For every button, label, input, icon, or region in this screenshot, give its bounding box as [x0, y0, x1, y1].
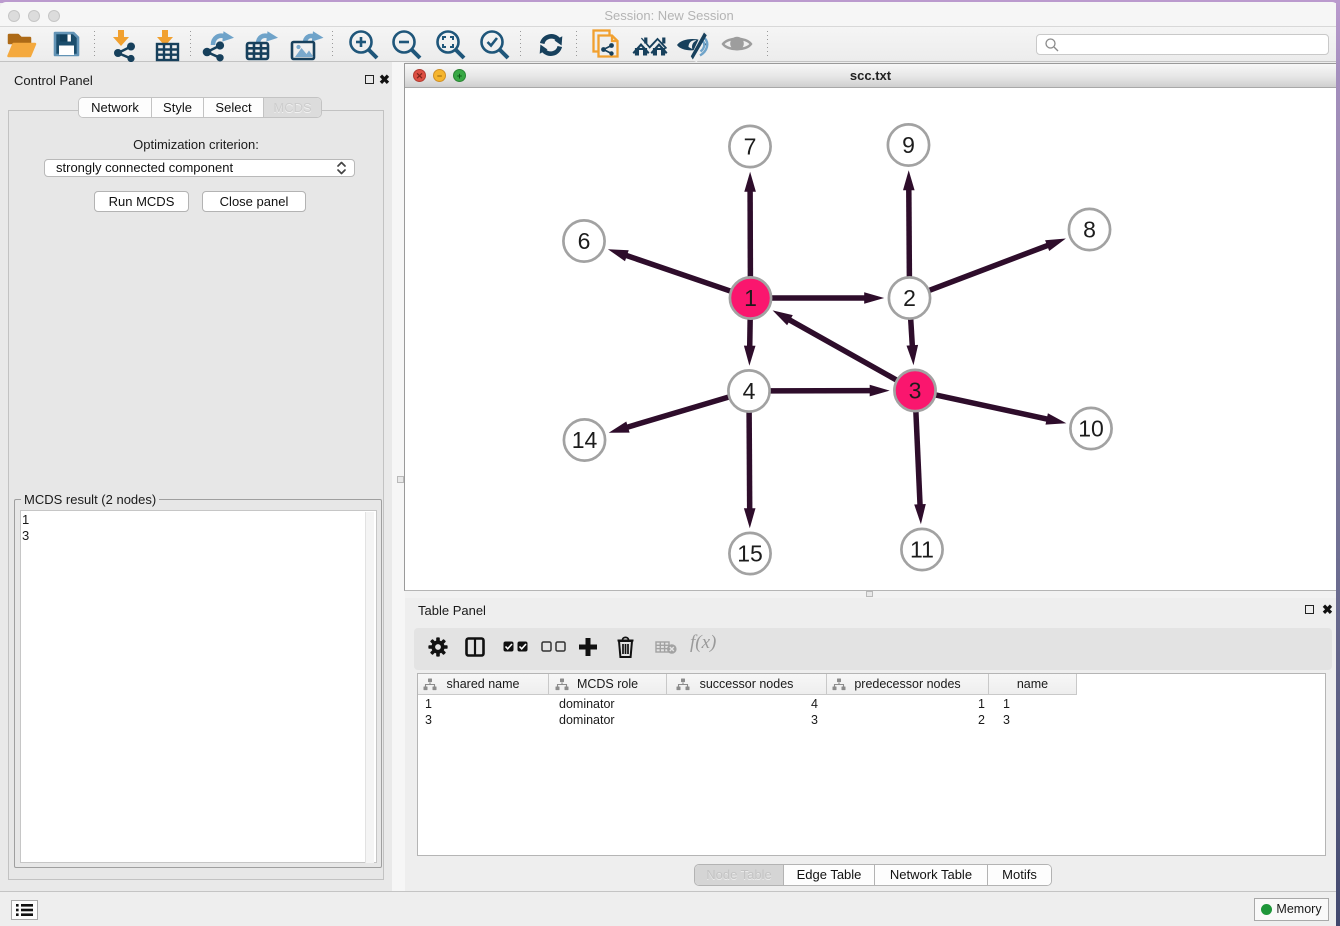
- svg-text:7: 7: [744, 134, 757, 160]
- svg-text:1: 1: [744, 285, 757, 311]
- svg-text:11: 11: [910, 537, 934, 563]
- svg-text:4: 4: [743, 378, 756, 404]
- svg-text:2: 2: [903, 285, 916, 311]
- svg-text:9: 9: [902, 132, 915, 158]
- svg-text:14: 14: [572, 427, 598, 453]
- svg-text:8: 8: [1083, 217, 1096, 243]
- svg-text:10: 10: [1078, 416, 1104, 442]
- svg-text:6: 6: [578, 228, 591, 254]
- svg-text:15: 15: [737, 541, 763, 567]
- svg-text:3: 3: [909, 378, 922, 404]
